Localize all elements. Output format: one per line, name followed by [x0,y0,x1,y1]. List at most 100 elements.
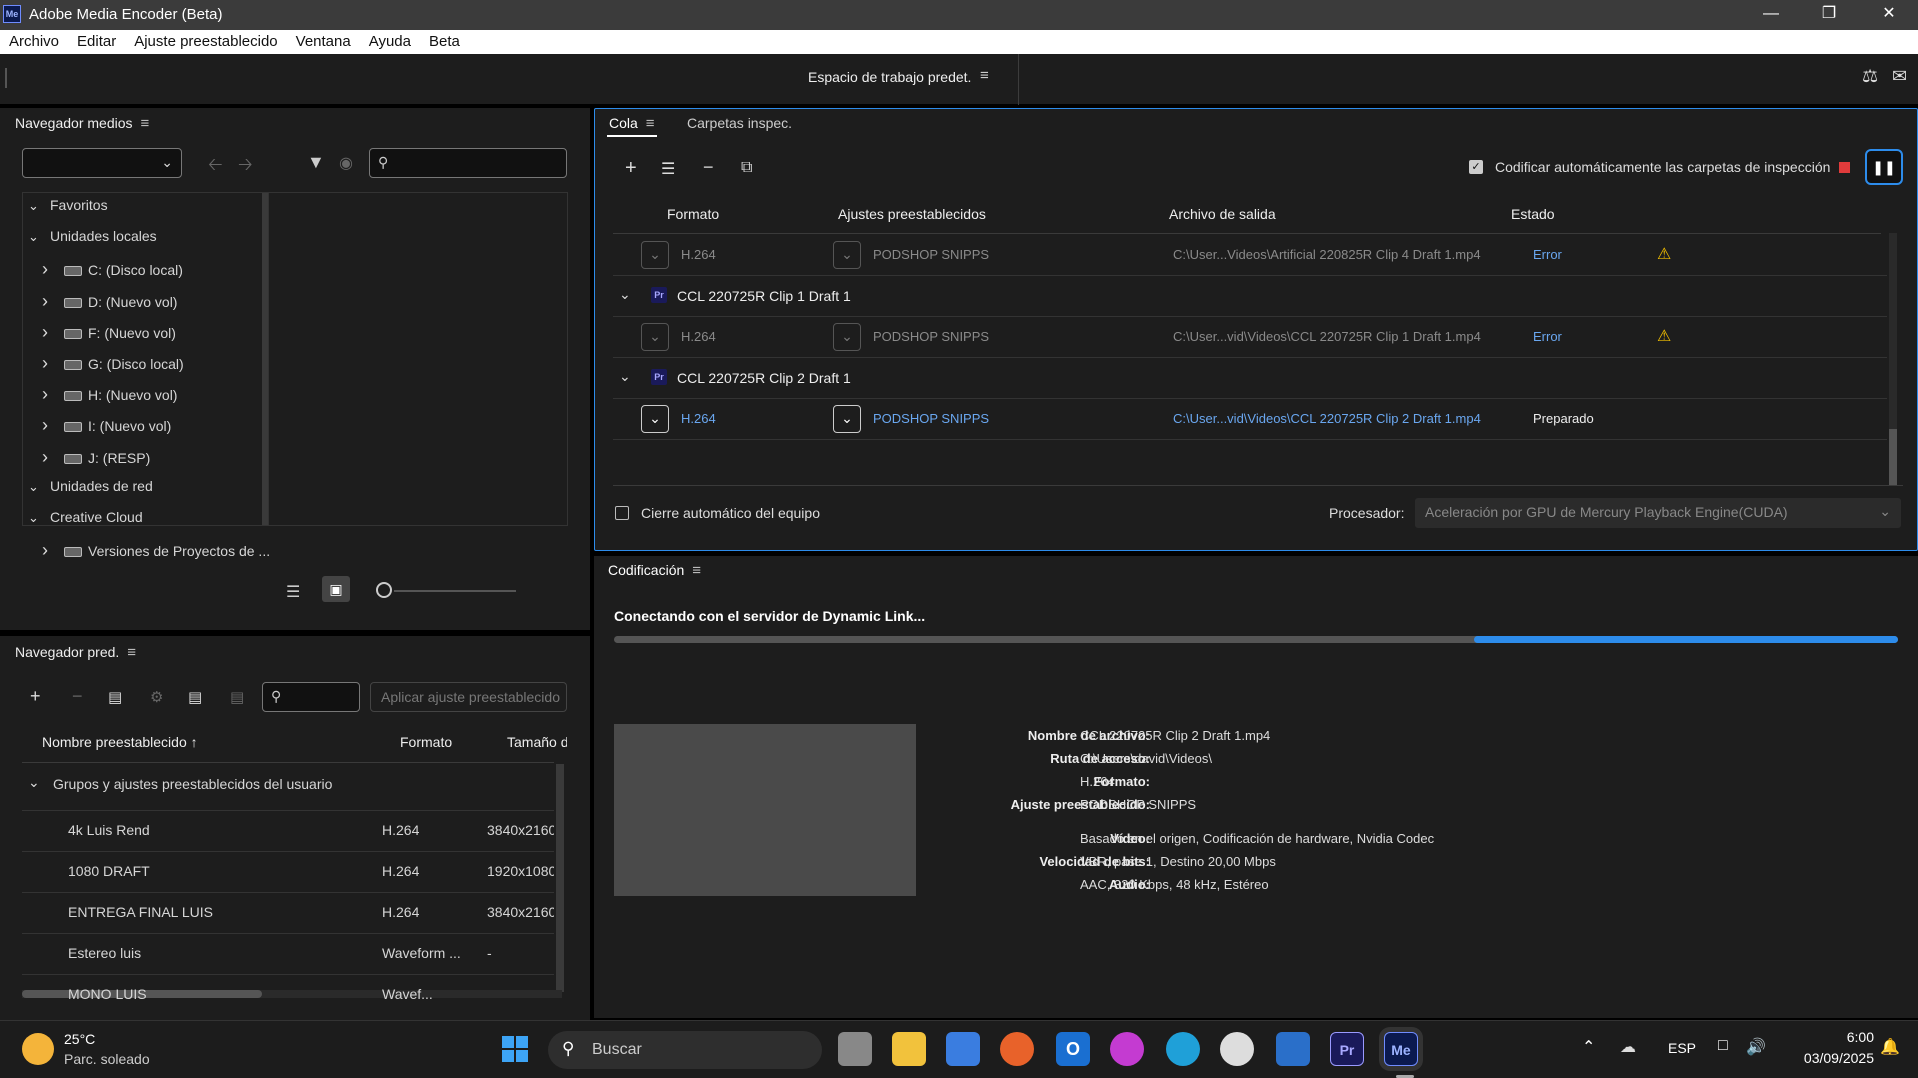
workspace-label[interactable]: Espacio de trabajo predet. [808,69,971,85]
output-file[interactable]: C:\User...vid\Videos\CCL 220725R Clip 2 … [1173,411,1481,426]
preset-search-input[interactable]: ⚲ [262,682,360,712]
notification-bell-icon[interactable]: 🔔 [1880,1037,1900,1057]
remove-icon[interactable]: − [703,157,714,178]
weather-desc[interactable]: Parc. soleado [64,1051,150,1067]
volume-icon[interactable]: 🔊 [1746,1037,1766,1057]
output-preset[interactable]: PODSHOP SNIPPS [873,411,989,426]
preset-settings-icon[interactable]: ⚙ [150,688,163,706]
network-icon[interactable]: □ [1718,1037,1728,1055]
firefox-icon[interactable] [1000,1032,1034,1066]
beta-flask-icon[interactable]: ⚖ [1862,66,1878,87]
tree-item[interactable]: ⌄ Favoritos [28,197,258,214]
column-preset-name[interactable]: Nombre preestablecido ↑ [42,734,198,750]
clock-date[interactable]: 03/09/2025 [1784,1050,1874,1066]
menu-archivo[interactable]: Archivo [0,30,68,50]
chevron-right-icon[interactable]: › [42,291,64,312]
workspace-menu-icon[interactable]: ≡ [980,67,989,84]
weather-icon[interactable] [22,1033,54,1065]
queue-output-row[interactable]: ⌄ H.264 ⌄ PODSHOP SNIPPS C:\User...Videos\Ar… [613,235,1887,276]
tree-item[interactable]: ⌄ Creative Cloud [28,509,258,526]
chevron-right-icon[interactable]: › [42,259,64,280]
column-format[interactable]: Formato [400,734,452,750]
copilot-icon[interactable] [1110,1032,1144,1066]
chevron-down-icon[interactable]: ⌄ [28,510,50,526]
preset-dropdown-icon[interactable]: ⌄ [833,405,861,433]
output-preset[interactable]: PODSHOP SNIPPS [873,247,989,262]
zoom-slider-track[interactable] [394,590,516,592]
zoom-slider-handle[interactable] [376,582,392,598]
tree-item[interactable]: › H: (Nuevo vol) [42,384,272,405]
output-status[interactable]: Error [1533,329,1562,344]
preset-row[interactable]: 4k Luis Rend H.264 3840x2160 [22,810,554,850]
panel-menu-icon[interactable]: ≡ [141,115,150,132]
add-source-icon[interactable]: + [625,157,637,180]
back-arrow-icon[interactable]: 🡠 [208,152,223,182]
format-dropdown-icon[interactable]: ⌄ [641,241,669,269]
list-view-icon[interactable]: ☰ [286,582,300,602]
tree-item[interactable]: › C: (Disco local) [42,259,272,280]
preset-dropdown-icon[interactable]: ⌄ [833,241,861,269]
taskbar-search[interactable]: ⚲ Buscar [548,1031,822,1069]
windows-start-icon[interactable] [502,1036,528,1062]
panel-menu-icon[interactable]: ≡ [646,115,655,132]
chevron-down-icon[interactable]: ⌄ [28,198,50,214]
tree-item[interactable]: › I: (Nuevo vol) [42,415,272,436]
queue-output-row[interactable]: ⌄ H.264 ⌄ PODSHOP SNIPPS C:\User...vid\Video… [613,399,1887,440]
remove-preset-icon[interactable]: − [72,686,83,707]
column-size[interactable]: Tamaño d [507,734,567,750]
clock-time[interactable]: 6:00 [1794,1029,1874,1045]
weather-temp[interactable]: 25°C [64,1031,95,1047]
outlook-icon[interactable]: O [1056,1032,1090,1066]
location-dropdown[interactable]: ⌄ [22,148,182,178]
language-indicator[interactable]: ESP [1668,1040,1696,1056]
icon-view-icon[interactable]: ▣ [322,576,350,602]
tree-item[interactable]: › Versiones de Proyectos de ... [42,540,272,561]
panel-menu-icon[interactable]: ≡ [127,644,136,661]
forward-arrow-icon[interactable]: 🡢 [238,152,253,182]
output-format[interactable]: H.264 [681,329,716,344]
menu-ventana[interactable]: Ventana [287,30,360,50]
chevron-right-icon[interactable]: › [42,384,64,405]
export-preset-icon[interactable]: ▤ [230,688,244,706]
tree-item[interactable]: ⌄ Unidades de red [28,478,258,495]
feedback-icon[interactable]: ✉ [1892,66,1907,87]
chevron-right-icon[interactable]: › [42,415,64,436]
menu-ayuda[interactable]: Ayuda [360,30,420,50]
new-group-icon[interactable]: ▤ [108,688,122,706]
output-status[interactable]: Error [1533,247,1562,262]
pause-button[interactable]: ❚❚ [1865,149,1903,185]
queue-source-row[interactable]: ⌄ Pr CCL 220725R Clip 2 Draft 1 [613,358,1887,399]
tree-item[interactable]: ⌄ Unidades locales [28,228,258,245]
stop-icon[interactable] [1839,162,1850,173]
tree-item[interactable]: › J: (RESP) [42,447,272,468]
processor-dropdown[interactable]: Aceleración por GPU de Mercury Playback … [1415,498,1901,528]
preset-group-row[interactable]: ⌄ Grupos y ajustes preestablecidos del u… [22,768,554,802]
chevron-right-icon[interactable]: › [42,540,64,561]
apply-preset-field[interactable]: Aplicar ajuste preestablecido [370,682,567,712]
add-preset-icon[interactable]: + [30,686,41,707]
output-file[interactable]: C:\User...vid\Videos\CCL 220725R Clip 1 … [1173,329,1481,344]
tab-carpetas-inspec[interactable]: Carpetas inspec. [687,115,792,131]
import-preset-icon[interactable]: ▤ [188,688,202,706]
menu-ajuste-preestablecido[interactable]: Ajuste preestablecido [125,30,286,50]
tree-item[interactable]: › G: (Disco local) [42,353,272,374]
tab-cola[interactable]: Cola ≡ [609,115,655,132]
panel-menu-icon[interactable]: ≡ [692,562,701,579]
media-search-input[interactable]: ⚲ [369,148,567,178]
menu-editar[interactable]: Editar [68,30,125,50]
filter-icon[interactable]: ▼ [307,152,325,173]
preset-row[interactable]: 1080 DRAFT H.264 1920x1080 [22,851,554,891]
restore-icon[interactable]: ❐ [1800,0,1858,30]
preset-row[interactable]: ENTREGA FINAL LUIS H.264 3840x2160 [22,892,554,932]
add-output-icon[interactable]: ☰ [661,159,675,179]
chevron-down-icon[interactable]: ⌄ [28,479,50,495]
format-dropdown-icon[interactable]: ⌄ [641,405,669,433]
task-view-icon[interactable] [838,1032,872,1066]
chevron-right-icon[interactable]: › [42,322,64,343]
output-format[interactable]: H.264 [681,247,716,262]
duplicate-icon[interactable]: ⧉ [741,159,752,177]
output-file[interactable]: C:\User...Videos\Artificial 220825R Clip… [1173,247,1481,262]
output-format[interactable]: H.264 [681,411,716,426]
chevron-down-icon[interactable]: ⌄ [619,368,631,385]
close-icon[interactable]: ✕ [1860,0,1918,30]
